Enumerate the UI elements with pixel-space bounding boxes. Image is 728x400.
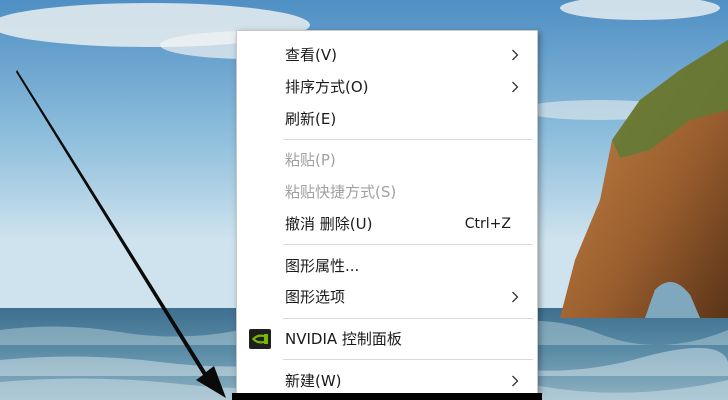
menu-item-label: 排序方式(O) <box>285 78 369 96</box>
chevron-right-icon <box>512 81 519 93</box>
menu-item-label: 粘贴(P) <box>285 151 336 169</box>
menu-item-sort-by[interactable]: 排序方式(O) <box>237 72 537 102</box>
menu-item-refresh[interactable]: 刷新(E) <box>237 104 537 134</box>
menu-separator <box>283 244 533 245</box>
menu-separator <box>283 139 533 140</box>
menu-item-graphics-properties[interactable]: 图形属性... <box>237 251 537 281</box>
menu-item-label: 刷新(E) <box>285 110 337 128</box>
desktop-context-menu: 查看(V) 排序方式(O) 刷新(E) 粘贴(P) 粘贴快捷方式(S) 撤消 删… <box>236 30 538 394</box>
nvidia-logo-icon <box>249 329 271 349</box>
menu-item-label: NVIDIA 控制面板 <box>285 330 402 348</box>
taskbar-edge <box>232 393 542 400</box>
menu-separator <box>283 318 533 319</box>
chevron-right-icon <box>512 49 519 61</box>
menu-item-new[interactable]: 新建(W) <box>237 366 537 393</box>
chevron-right-icon <box>512 291 519 303</box>
menu-item-graphics-options[interactable]: 图形选项 <box>237 282 537 312</box>
menu-item-view[interactable]: 查看(V) <box>237 40 537 70</box>
menu-item-label: 撤消 删除(U) <box>285 215 373 233</box>
menu-item-paste-shortcut[interactable]: 粘贴快捷方式(S) <box>237 177 537 207</box>
menu-item-undo-delete[interactable]: 撤消 删除(U) Ctrl+Z <box>237 209 537 239</box>
menu-separator <box>283 359 533 360</box>
menu-item-nvidia-control-panel[interactable]: NVIDIA 控制面板 <box>237 324 537 354</box>
menu-item-label: 新建(W) <box>285 372 342 390</box>
menu-item-paste[interactable]: 粘贴(P) <box>237 145 537 175</box>
menu-item-label: 查看(V) <box>285 46 337 64</box>
menu-item-label: 粘贴快捷方式(S) <box>285 183 397 201</box>
menu-item-shortcut: Ctrl+Z <box>464 216 511 232</box>
menu-item-label: 图形选项 <box>285 288 346 306</box>
menu-item-label: 图形属性... <box>285 257 360 275</box>
chevron-right-icon <box>512 375 519 387</box>
